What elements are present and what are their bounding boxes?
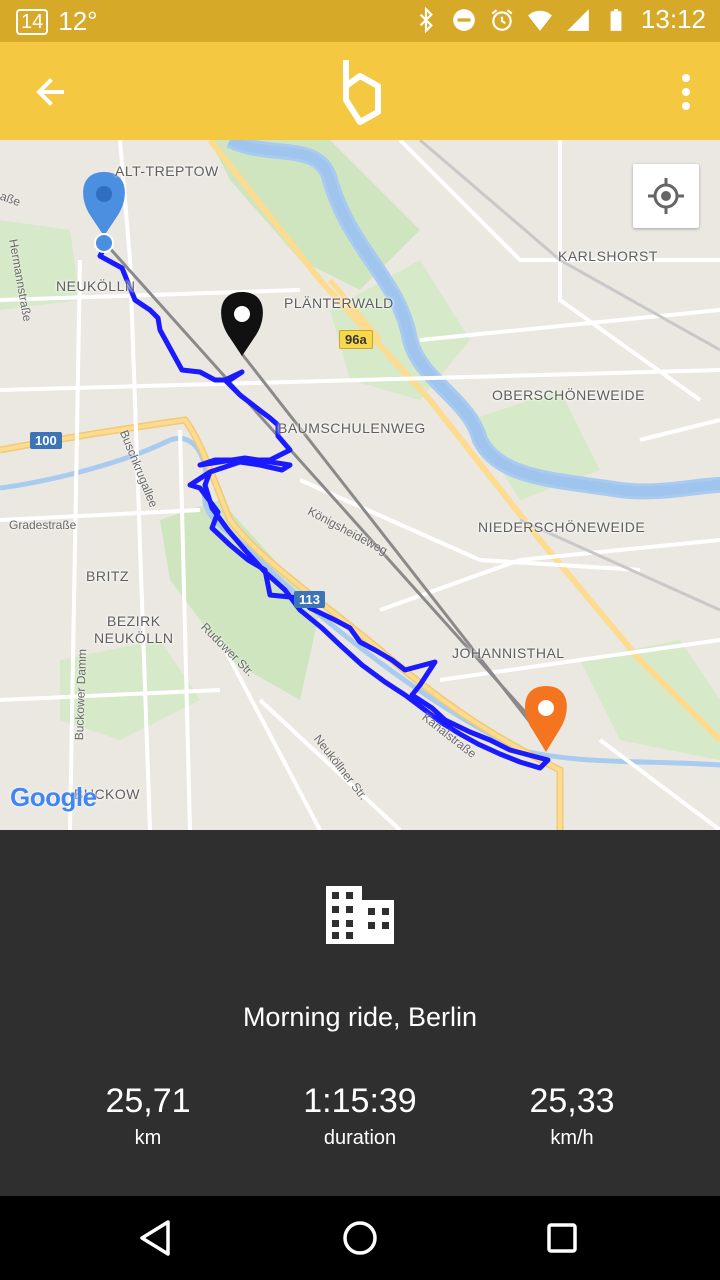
map-view[interactable]: ALT-TREPTOW NEUKÖLLN PLÄNTERWALD KARLSHO… bbox=[0, 140, 720, 830]
map-label-bezirk: BEZIRK bbox=[107, 613, 161, 629]
home-circle-icon[interactable] bbox=[336, 1214, 384, 1262]
system-nav-bar bbox=[0, 1196, 720, 1280]
stat-distance: 25,71 km bbox=[28, 1082, 268, 1150]
ride-title: Morning ride, Berlin bbox=[242, 1002, 478, 1032]
app-bar bbox=[0, 42, 720, 140]
stat-speed-value: 25,33 bbox=[529, 1082, 615, 1120]
map-label-oberschoneweide: OBERSCHÖNEWEIDE bbox=[492, 387, 645, 403]
stat-duration: 1:15:39 duration bbox=[240, 1082, 480, 1150]
back-triangle-icon[interactable] bbox=[132, 1214, 180, 1262]
map-label-neukolln: NEUKÖLLN bbox=[56, 278, 136, 294]
arrow-back-icon[interactable] bbox=[26, 68, 74, 116]
stat-duration-label: duration bbox=[323, 1127, 397, 1149]
road-label-gradestrasse: Gradestraße bbox=[9, 518, 77, 532]
map-label-johannisthal: JOHANNISTHAL bbox=[452, 645, 565, 661]
ride-summary-panel: Morning ride, Berlin 25,71 km 1:15:39 du… bbox=[0, 830, 720, 1196]
map-label-britz: BRITZ bbox=[86, 568, 129, 584]
google-attribution: Google bbox=[10, 782, 97, 812]
map-label-baumschulenweg: BAUMSCHULENWEG bbox=[278, 420, 426, 436]
battery-icon bbox=[610, 8, 622, 31]
stat-distance-value: 25,71 bbox=[105, 1082, 191, 1120]
map-label-karlshorst: KARLSHORST bbox=[558, 248, 658, 264]
map-label-niederschoneweide: NIEDERSCHÖNEWEIDE bbox=[478, 519, 646, 535]
status-bar: 14 12° 13:12 bbox=[0, 0, 720, 42]
alarm-icon bbox=[491, 8, 513, 31]
road-shield-96a: 96a bbox=[339, 330, 373, 349]
stat-speed-label: km/h bbox=[550, 1127, 594, 1149]
crosshair-icon bbox=[648, 178, 684, 214]
recents-square-icon[interactable] bbox=[538, 1214, 586, 1262]
stat-speed: 25,33 km/h bbox=[452, 1082, 692, 1150]
map-base bbox=[0, 140, 720, 830]
app-logo-icon bbox=[343, 60, 381, 125]
building-icon bbox=[326, 886, 394, 944]
map-label-bezirk-neukolln: NEUKÖLLN bbox=[94, 630, 174, 646]
temperature: 12° bbox=[58, 6, 98, 36]
map-label-alt-treptow: ALT-TREPTOW bbox=[115, 163, 219, 179]
stat-distance-label: km bbox=[134, 1127, 162, 1149]
clock: 13:12 bbox=[640, 4, 706, 34]
more-vert-icon[interactable] bbox=[670, 70, 702, 114]
signal-icon bbox=[567, 8, 589, 31]
road-shield-100: 100 bbox=[30, 432, 62, 449]
bluetooth-icon bbox=[419, 6, 433, 33]
wifi-icon bbox=[528, 10, 552, 31]
road-shield-113: 113 bbox=[294, 591, 325, 608]
notification-count: 14 bbox=[16, 8, 49, 35]
do-not-disturb-icon bbox=[453, 8, 475, 31]
map-label-planterwald: PLÄNTERWALD bbox=[284, 295, 394, 311]
stat-duration-value: 1:15:39 bbox=[303, 1082, 417, 1120]
my-location-button[interactable] bbox=[633, 164, 699, 228]
